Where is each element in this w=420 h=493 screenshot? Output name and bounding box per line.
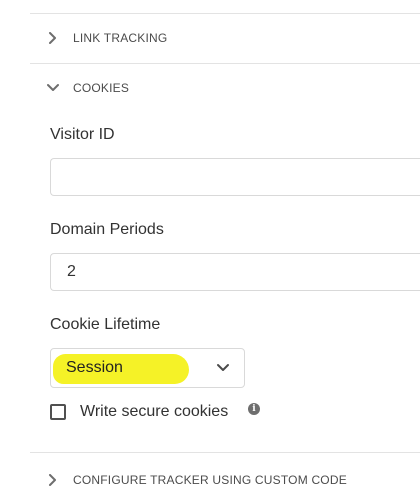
- chevron-right-icon: [46, 473, 60, 487]
- domain-periods-input[interactable]: [50, 253, 420, 291]
- divider: [30, 13, 420, 14]
- section-label-cookies: COOKIES: [73, 81, 130, 95]
- checkbox-box[interactable]: [50, 404, 66, 420]
- visitor-id-input[interactable]: [50, 158, 420, 196]
- divider: [30, 63, 420, 64]
- section-label-custom-code: CONFIGURE TRACKER USING CUSTOM CODE: [73, 473, 347, 487]
- domain-periods-label: Domain Periods: [50, 221, 164, 238]
- section-header-cookies[interactable]: COOKIES: [46, 77, 129, 99]
- visitor-id-label: Visitor ID: [50, 126, 115, 143]
- info-icon[interactable]: i: [248, 403, 260, 415]
- section-header-custom-code[interactable]: CONFIGURE TRACKER USING CUSTOM CODE: [46, 469, 347, 491]
- section-header-link-tracking[interactable]: LINK TRACKING: [46, 27, 167, 49]
- write-secure-cookies-label: Write secure cookies: [80, 403, 229, 420]
- cookie-lifetime-label: Cookie Lifetime: [50, 316, 161, 333]
- cookie-lifetime-select[interactable]: Session: [50, 348, 245, 388]
- chevron-right-icon: [46, 31, 60, 45]
- divider: [30, 452, 420, 453]
- cookie-lifetime-value: Session: [66, 359, 123, 376]
- section-label-link-tracking: LINK TRACKING: [73, 31, 168, 45]
- chevron-down-icon: [216, 361, 230, 375]
- chevron-down-icon: [46, 81, 60, 95]
- write-secure-cookies-checkbox[interactable]: Write secure cookies: [50, 403, 228, 421]
- analytics-settings-panel: LINK TRACKING COOKIES Visitor ID Domain …: [0, 0, 420, 493]
